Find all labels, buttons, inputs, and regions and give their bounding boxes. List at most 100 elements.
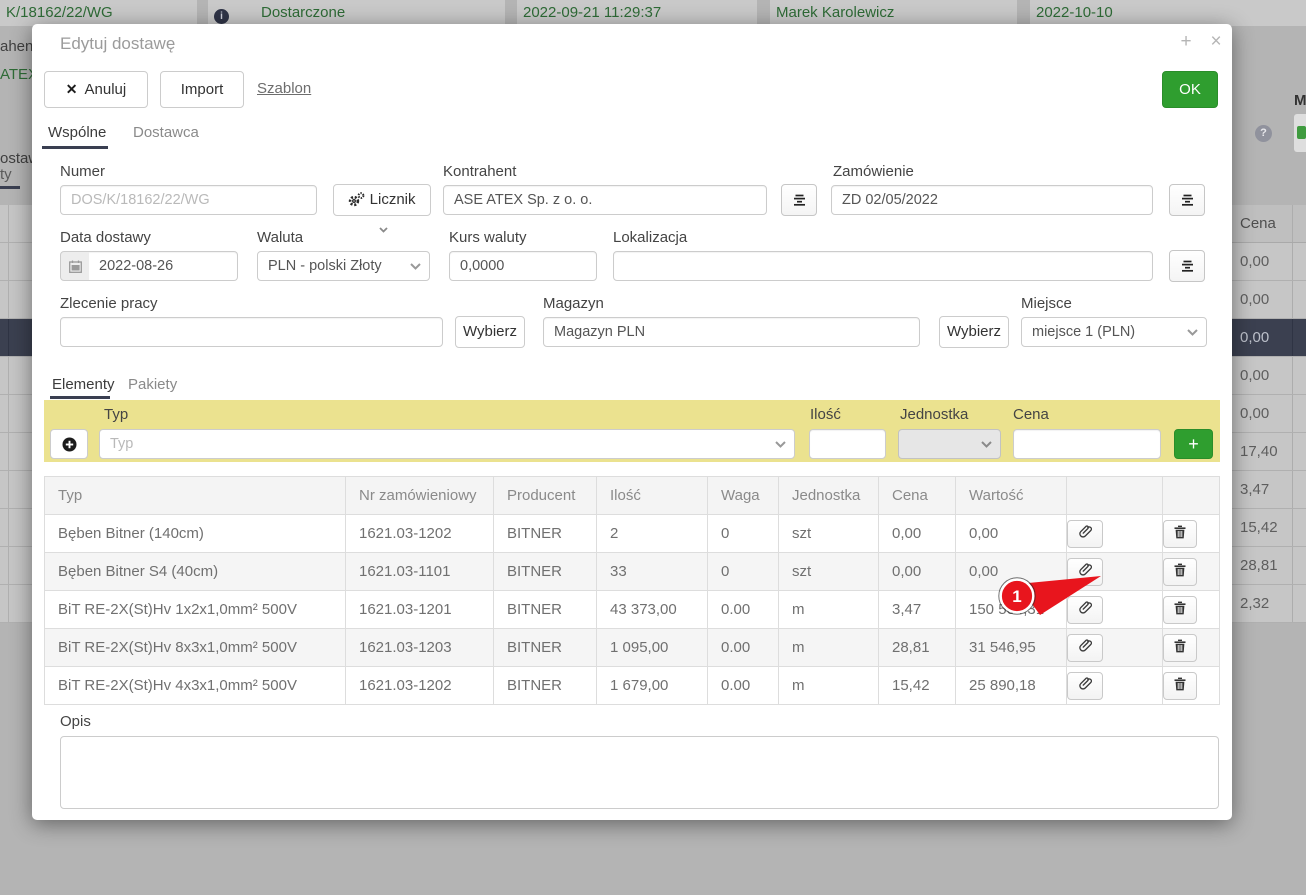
zlecenie-pracy-input[interactable] [60, 317, 443, 347]
zamowienie-input[interactable] [831, 185, 1153, 215]
numer-label: Numer [60, 163, 105, 180]
delete-row-button[interactable] [1163, 558, 1197, 586]
bg-row-selected [0, 319, 32, 357]
cell: 0.00 [708, 667, 779, 705]
paperclip-icon [1078, 639, 1092, 653]
maximize-icon[interactable]: + [1174, 30, 1198, 54]
link-order-button[interactable] [1067, 672, 1103, 700]
cell: BiT RE-2X(St)Hv 8x3x1,0mm² 500V [45, 629, 346, 667]
table-row: BiT RE-2X(St)Hv 1x2x1,0mm² 500V1621.03-1… [45, 591, 1220, 629]
cell-delete [1163, 553, 1220, 591]
paperclip-icon [1078, 525, 1092, 539]
wybierz-zlecenie-button[interactable]: Wybierz [455, 316, 525, 348]
tab-dostawca[interactable]: Dostawca [133, 124, 199, 141]
data-dostawy-input[interactable] [89, 251, 238, 281]
ok-button[interactable]: OK [1162, 71, 1218, 108]
cell: 0 [708, 553, 779, 591]
calendar-addon[interactable] [60, 251, 90, 281]
link-order-button[interactable] [1067, 634, 1103, 662]
cell: 150 504,31 [956, 591, 1067, 629]
cell-delete [1163, 591, 1220, 629]
cell: 0,00 [956, 553, 1067, 591]
chevron-down-icon [410, 263, 421, 270]
cell: 1621.03-1203 [346, 629, 494, 667]
add-cena-input[interactable] [1013, 429, 1161, 459]
bg-row [0, 243, 32, 281]
paperclip-icon [1078, 563, 1092, 577]
active-tab-underline [42, 146, 108, 149]
pick-kontrahent-button[interactable] [781, 184, 817, 216]
kontrahent-label: Kontrahent [443, 163, 516, 180]
plus-circle-icon [62, 437, 77, 452]
bg-row [0, 395, 32, 433]
add-typ-combobox[interactable]: Typ [99, 429, 795, 459]
x-icon: ✕ [66, 81, 78, 97]
trash-icon [1174, 677, 1186, 691]
link-order-button[interactable] [1067, 596, 1103, 624]
cell: 1 679,00 [597, 667, 708, 705]
link-order-button[interactable] [1067, 558, 1103, 586]
expand-add-button[interactable] [50, 429, 88, 459]
bg-row [0, 281, 32, 319]
delete-row-button[interactable] [1163, 672, 1197, 700]
bg-column-header-cena: Cena [1232, 205, 1306, 243]
cell: 43 373,00 [597, 591, 708, 629]
licznik-button[interactable]: Licznik [333, 184, 431, 216]
kurs-waluty-input[interactable] [449, 251, 597, 281]
tab-wspolne[interactable]: Wspólne [48, 124, 106, 141]
list-icon [1181, 260, 1194, 272]
chevron-down-icon [981, 441, 992, 448]
add-item-button[interactable]: + [1174, 429, 1213, 459]
template-link[interactable]: Szablon [257, 80, 311, 97]
bg-cena-value: 17,40 [1232, 433, 1306, 471]
delete-row-button[interactable] [1163, 634, 1197, 662]
delete-row-button[interactable] [1163, 596, 1197, 624]
pick-lokalizacja-button[interactable] [1169, 250, 1205, 282]
cancel-button[interactable]: ✕Anuluj [44, 71, 148, 108]
waluta-select[interactable]: PLN - polski Złoty [257, 251, 430, 281]
add-jednostka-select[interactable] [898, 429, 1001, 459]
magazyn-input[interactable] [543, 317, 920, 347]
link-order-button[interactable] [1067, 520, 1103, 548]
col-nr-zamowieniowy: Nr zamówieniowy [346, 477, 494, 515]
bg-cell-datetime: 2022-09-21 11:29:37 [517, 0, 757, 26]
help-icon[interactable]: ? [1255, 125, 1272, 142]
dialog-title: Edytuj dostawę [60, 34, 175, 54]
list-icon [793, 194, 806, 206]
tab-pakiety[interactable]: Pakiety [128, 376, 177, 393]
tab-elementy[interactable]: Elementy [52, 376, 115, 393]
magazyn-label: Magazyn [543, 295, 604, 312]
add-ilosc-input[interactable] [809, 429, 886, 459]
delete-row-button[interactable] [1163, 520, 1197, 548]
numer-input[interactable] [60, 185, 317, 215]
bg-row [0, 471, 32, 509]
import-button[interactable]: Import [160, 71, 244, 108]
cell: m [779, 591, 879, 629]
opis-textarea[interactable] [60, 736, 1219, 809]
bg-row [0, 509, 32, 547]
bg-cena-value: 2,32 [1232, 585, 1306, 623]
wybierz-magazyn-button[interactable]: Wybierz [939, 316, 1009, 348]
add-cena-label: Cena [1013, 406, 1049, 423]
list-icon [1181, 194, 1194, 206]
cell: 0,00 [956, 515, 1067, 553]
bg-row [0, 547, 32, 585]
cell: 25 890,18 [956, 667, 1067, 705]
kontrahent-input[interactable] [443, 185, 767, 215]
col-typ: Typ [45, 477, 346, 515]
col-wartosc: Wartość [956, 477, 1067, 515]
cell: m [779, 667, 879, 705]
trash-icon [1174, 525, 1186, 539]
trash-icon [1174, 563, 1186, 577]
cell-link [1067, 667, 1163, 705]
pick-zamowienie-button[interactable] [1169, 184, 1205, 216]
cell: Bęben Bitner S4 (40cm) [45, 553, 346, 591]
close-icon[interactable]: × [1204, 30, 1228, 54]
miejsce-select[interactable]: miejsce 1 (PLN) [1021, 317, 1207, 347]
cell-link [1067, 629, 1163, 667]
cell: Bęben Bitner (140cm) [45, 515, 346, 553]
cell: 0,00 [879, 553, 956, 591]
lokalizacja-label: Lokalizacja [613, 229, 687, 246]
waluta-label: Waluta [257, 229, 303, 246]
lokalizacja-input[interactable] [613, 251, 1153, 281]
